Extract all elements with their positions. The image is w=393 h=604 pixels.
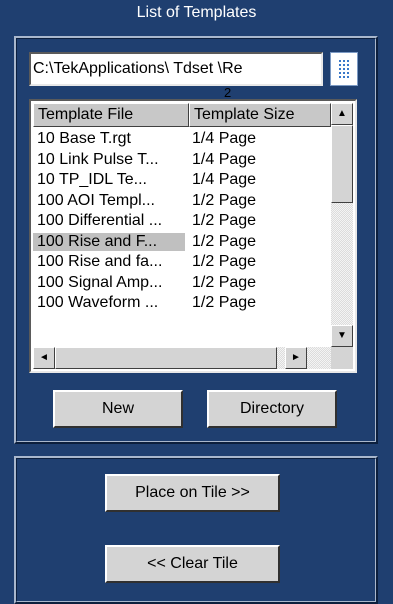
list-item[interactable]: 10 TP_IDL Te... 1/4 Page (33, 171, 331, 192)
list-item[interactable]: 100 Rise and fa... 1/2 Page (33, 253, 331, 274)
list-item[interactable]: 100 Rise and F... 1/2 Page (33, 232, 331, 254)
place-on-tile-button[interactable]: Place on Tile >> (105, 474, 280, 512)
clear-tile-button[interactable]: << Clear Tile (105, 545, 280, 583)
list-header: Template File Template Size (33, 103, 331, 127)
template-size-cell: 1/2 Page (192, 191, 257, 209)
grid-icon (339, 60, 351, 78)
vertical-scrollbar[interactable]: ▲ ▼ (331, 103, 353, 347)
horizontal-scrollbar[interactable]: ◄ ► (33, 347, 331, 369)
vertical-scroll-thumb[interactable] (331, 125, 353, 203)
list-item[interactable]: 100 AOI Templ... 1/2 Page (33, 192, 331, 213)
template-size-cell: 1/2 Page (192, 294, 257, 311)
template-size-cell: 1/2 Page (192, 273, 257, 291)
column-header-template-file[interactable]: Template File (33, 103, 189, 127)
horizontal-scroll-thumb[interactable] (55, 347, 277, 369)
browse-button[interactable] (330, 52, 358, 86)
list-item[interactable]: 100 Waveform ... 1/2 Page (33, 294, 331, 315)
template-size-cell: 1/4 Page (192, 130, 257, 147)
scroll-right-icon[interactable]: ► (285, 347, 307, 369)
template-file-cell: 100 Differential ... (37, 212, 163, 229)
list-item[interactable]: 10 Base T.rgt 1/4 Page (33, 130, 331, 151)
template-size-cell: 1/4 Page (192, 171, 257, 188)
annotation-number: 2 (224, 85, 232, 100)
list-item[interactable]: 10 Link Pulse T... 1/4 Page (33, 151, 331, 172)
template-file-cell: 100 Rise and fa... (37, 253, 163, 270)
column-header-template-size[interactable]: Template Size (189, 103, 331, 127)
scroll-down-icon[interactable]: ▼ (331, 325, 353, 347)
template-file-cell: 10 Link Pulse T... (37, 150, 159, 168)
new-button[interactable]: New (53, 390, 183, 428)
template-list[interactable]: Template File Template Size 10 Base T.rg… (29, 99, 357, 373)
template-size-cell: 1/2 Page (192, 212, 257, 229)
list-rows: 10 Base T.rgt 1/4 Page 10 Link Pulse T... 1… (33, 130, 331, 315)
template-path-field[interactable]: C:\TekApplications\ Tdset \Re (29, 52, 323, 86)
scroll-up-icon[interactable]: ▲ (331, 103, 353, 125)
window-title: List of Templates (136, 4, 257, 21)
list-item[interactable]: 100 Signal Amp... 1/2 Page (33, 274, 331, 295)
template-file-cell: 100 Rise and F... (33, 232, 185, 251)
template-file-cell: 10 Base T.rgt (37, 130, 131, 147)
template-size-cell: 1/2 Page (192, 253, 257, 270)
scrollbar-corner (331, 347, 353, 369)
template-size-cell: 1/2 Page (192, 232, 257, 250)
list-item[interactable]: 100 Differential ... 1/2 Page (33, 212, 331, 233)
template-file-cell: 10 TP_IDL Te... (37, 171, 147, 188)
directory-button[interactable]: Directory (207, 390, 337, 428)
template-file-cell: 100 Signal Amp... (37, 273, 163, 291)
template-file-cell: 100 Waveform ... (37, 294, 159, 311)
template-size-cell: 1/4 Page (192, 150, 257, 168)
template-file-cell: 100 AOI Templ... (37, 191, 155, 209)
scroll-left-icon[interactable]: ◄ (33, 347, 55, 369)
